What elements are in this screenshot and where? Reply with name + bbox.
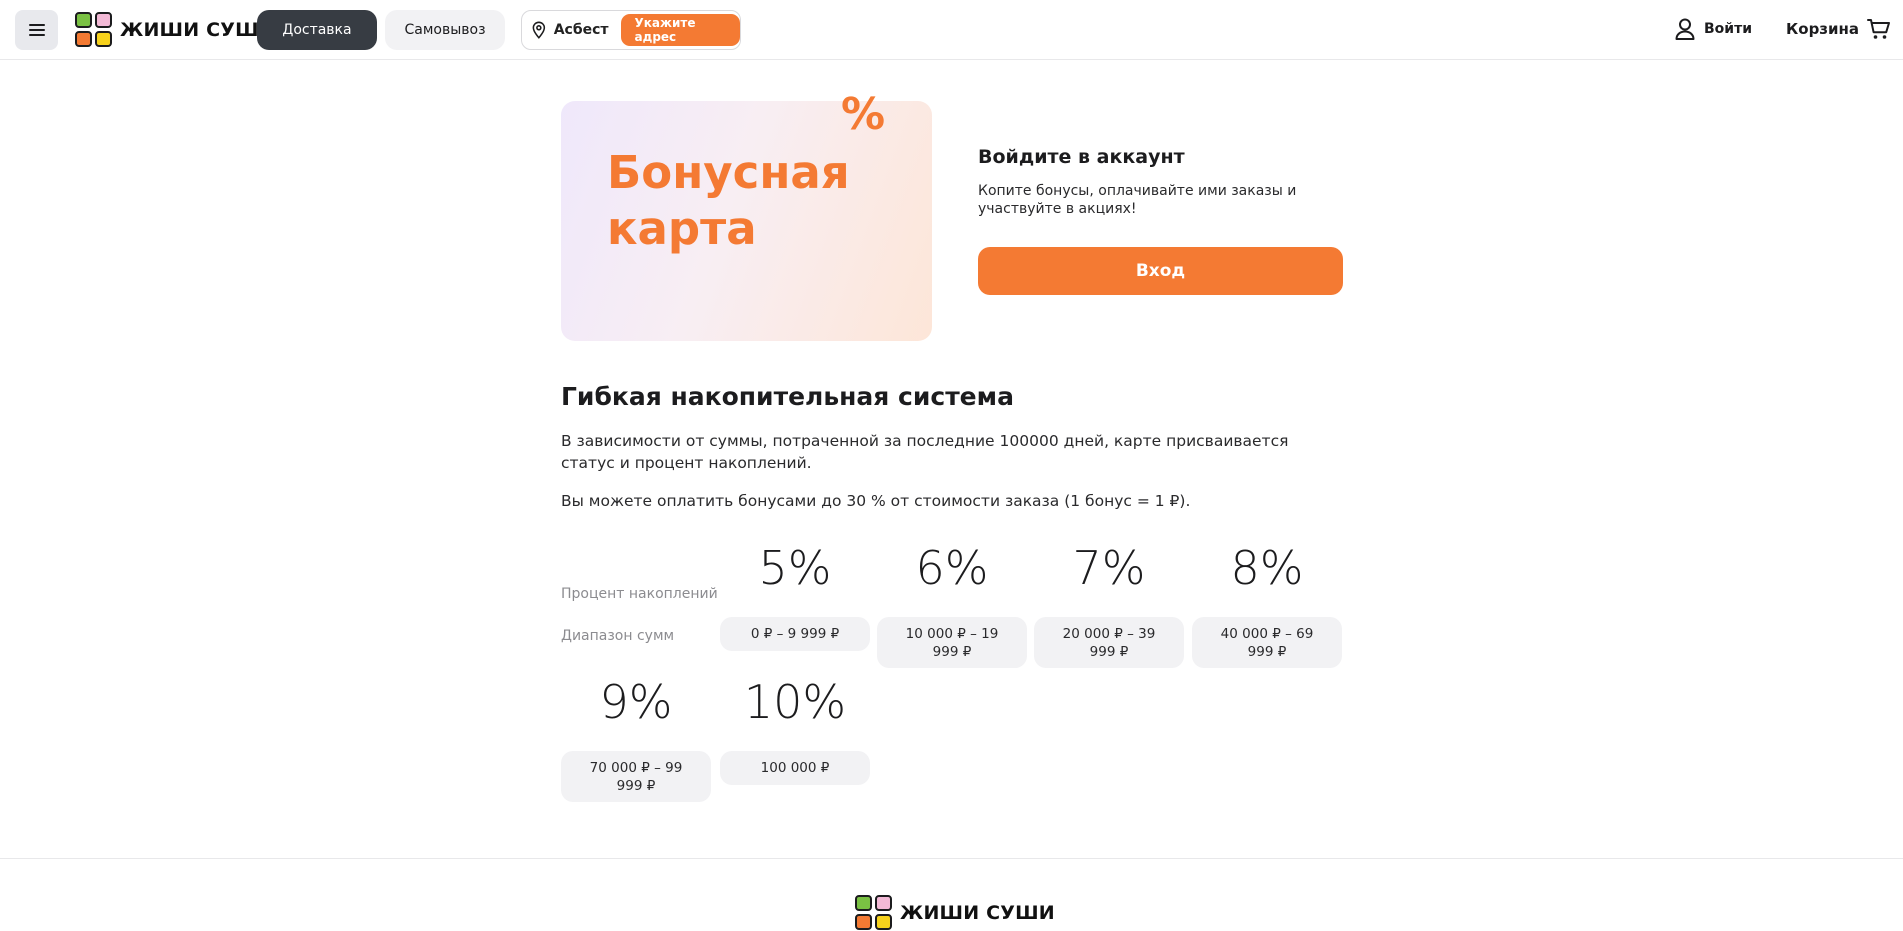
tier-range: 40 000 ₽ – 69 999 ₽ bbox=[1192, 617, 1342, 668]
tier-percent: 8% bbox=[1230, 541, 1304, 595]
specify-address-button[interactable]: Укажите адрес bbox=[620, 14, 740, 46]
logo-icon bbox=[75, 12, 114, 48]
pickup-tab[interactable]: Самовывоз bbox=[385, 10, 505, 50]
hamburger-icon bbox=[28, 24, 45, 36]
login-panel-title: Войдите в аккаунт bbox=[978, 146, 1185, 168]
site-logo[interactable]: ЖИШИ СУШИ bbox=[75, 12, 275, 48]
tier-percent: 6% bbox=[915, 541, 989, 595]
footer-logo[interactable]: ЖИШИ СУШИ bbox=[855, 895, 1055, 931]
city-name: Асбест bbox=[553, 22, 609, 38]
login-panel: Войдите в аккаунт Копите бонусы, оплачив… bbox=[978, 146, 1343, 218]
percent-decoration: % bbox=[841, 89, 886, 140]
address-selector[interactable]: Асбест Укажите адрес bbox=[521, 10, 741, 50]
bonus-card-title: Бонусная карта bbox=[607, 146, 850, 255]
cart-link[interactable]: Корзина bbox=[1786, 18, 1891, 40]
delivery-tab[interactable]: Доставка bbox=[257, 10, 377, 50]
tier-range: 0 ₽ – 9 999 ₽ bbox=[720, 617, 870, 651]
tier-percent: 7% bbox=[1072, 541, 1146, 595]
footer-logo-text: ЖИШИ СУШИ bbox=[900, 902, 1055, 924]
footer-divider bbox=[0, 858, 1903, 859]
tier-range: 20 000 ₽ – 39 999 ₽ bbox=[1034, 617, 1184, 668]
logo-icon bbox=[855, 895, 894, 931]
cart-icon bbox=[1867, 19, 1891, 39]
cart-label: Корзина bbox=[1786, 20, 1860, 38]
tier-range: 100 000 ₽ bbox=[720, 751, 870, 785]
tier-range: 70 000 ₽ – 99 999 ₽ bbox=[561, 751, 711, 802]
tier-percent: 5% bbox=[758, 541, 832, 595]
percent-row-label: Процент накоплений bbox=[561, 586, 718, 602]
logo-text: ЖИШИ СУШИ bbox=[120, 19, 275, 41]
tier-percent: 9% bbox=[599, 675, 673, 729]
sign-in-button[interactable]: Вход bbox=[978, 247, 1343, 295]
tier-percent: 10% bbox=[743, 675, 847, 729]
user-icon bbox=[1675, 18, 1695, 40]
savings-title: Гибкая накопительная система bbox=[561, 382, 1014, 411]
savings-note: Вы можете оплатить бонусами до 30 % от с… bbox=[561, 492, 1191, 510]
savings-description: В зависимости от суммы, потраченной за п… bbox=[561, 432, 1289, 472]
location-pin-icon bbox=[532, 21, 546, 39]
menu-button[interactable] bbox=[15, 10, 58, 50]
range-row-label: Диапазон сумм bbox=[561, 628, 675, 644]
site-header: ЖИШИ СУШИ Доставка Самовывоз Асбест Укаж… bbox=[0, 0, 1903, 60]
login-label: Войти bbox=[1704, 21, 1753, 37]
login-panel-description: Копите бонусы, оплачивайте ими заказы и … bbox=[978, 183, 1297, 217]
tier-range: 10 000 ₽ – 19 999 ₽ bbox=[877, 617, 1027, 668]
login-link[interactable]: Войти bbox=[1675, 18, 1752, 40]
bonus-card-image: % Бонусная карта bbox=[561, 89, 932, 341]
